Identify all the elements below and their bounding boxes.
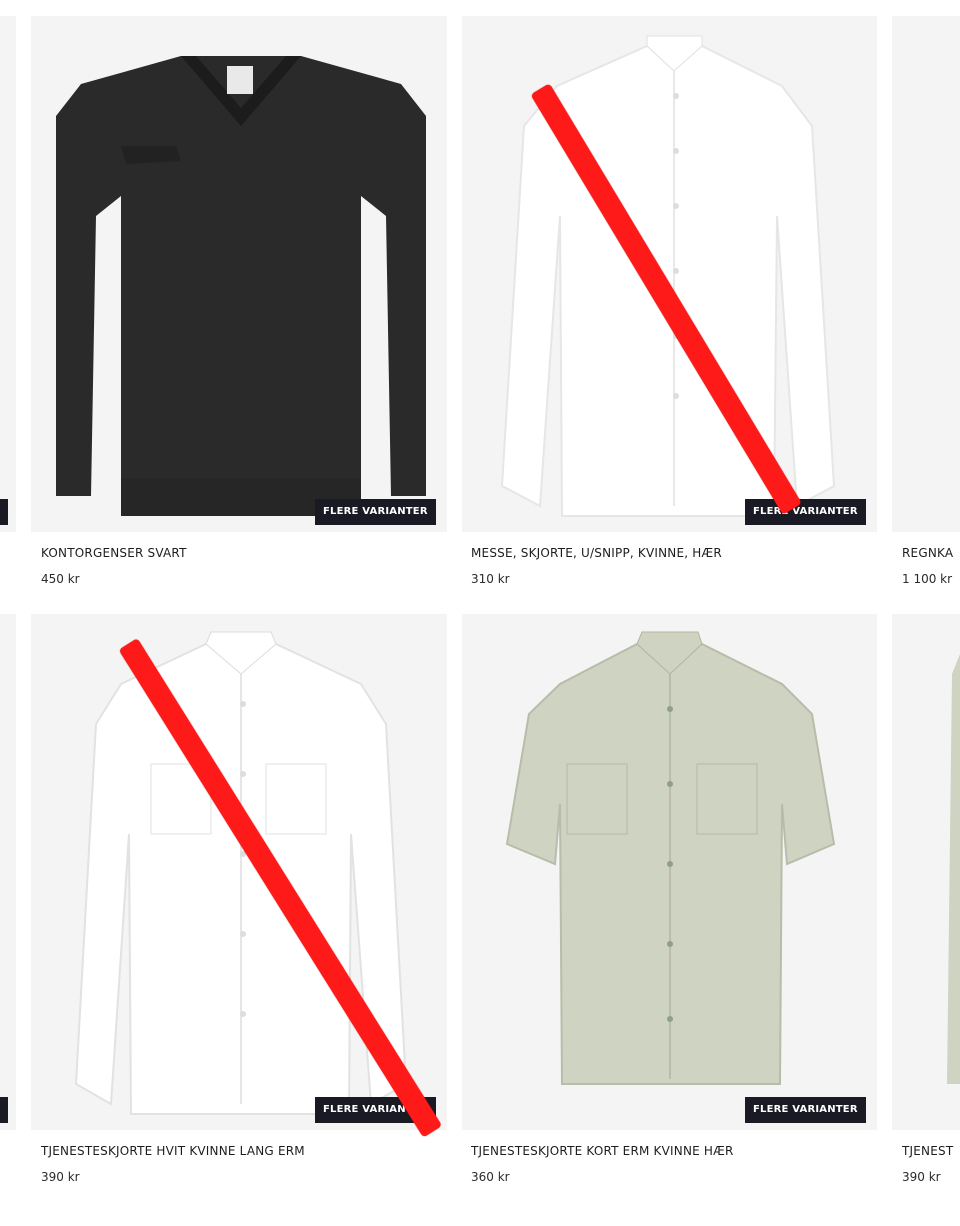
product-price: 310 kr [471,572,510,586]
more-variants-badge-partial [0,499,8,525]
product-price: 360 kr [471,1170,510,1184]
product-price: 1 100 kr [902,572,953,586]
product-title[interactable]: MESSE, SKJORTE, U/SNIPP, KVINNE, HÆR [471,546,722,560]
more-variants-badge: FLERE VARIANTER [315,499,436,525]
product-price: 390 kr [902,1170,941,1184]
product-image[interactable] [892,614,960,1130]
product-title[interactable]: TJENEST [902,1144,953,1158]
green-shirt-partial-image [947,654,960,1084]
product-title[interactable]: REGNKA [902,546,953,560]
product-image-partial-left-bottom[interactable] [0,614,16,1130]
product-title[interactable]: KONTORGENSER SVART [41,546,187,560]
product-title[interactable]: TJENESTESKJORTE HVIT KVINNE LANG ERM [41,1144,305,1158]
product-price: 390 kr [41,1170,80,1184]
product-image[interactable] [462,16,877,532]
product-image-partial-left-top[interactable] [0,16,16,532]
more-variants-badge-partial [0,1097,8,1123]
more-variants-badge: FLERE VARIANTER [745,1097,866,1123]
white-shirt-image [500,35,836,517]
product-title[interactable]: TJENESTESKJORTE KORT ERM KVINNE HÆR [471,1144,734,1158]
black-sweater-image [56,56,426,516]
green-short-sleeve-shirt-image [505,631,836,1085]
more-variants-badge: FLERE VARIANTER [745,499,866,525]
product-price: 450 kr [41,572,80,586]
product-image[interactable] [892,16,960,532]
product-image[interactable] [462,614,877,1130]
product-image[interactable] [31,16,447,532]
